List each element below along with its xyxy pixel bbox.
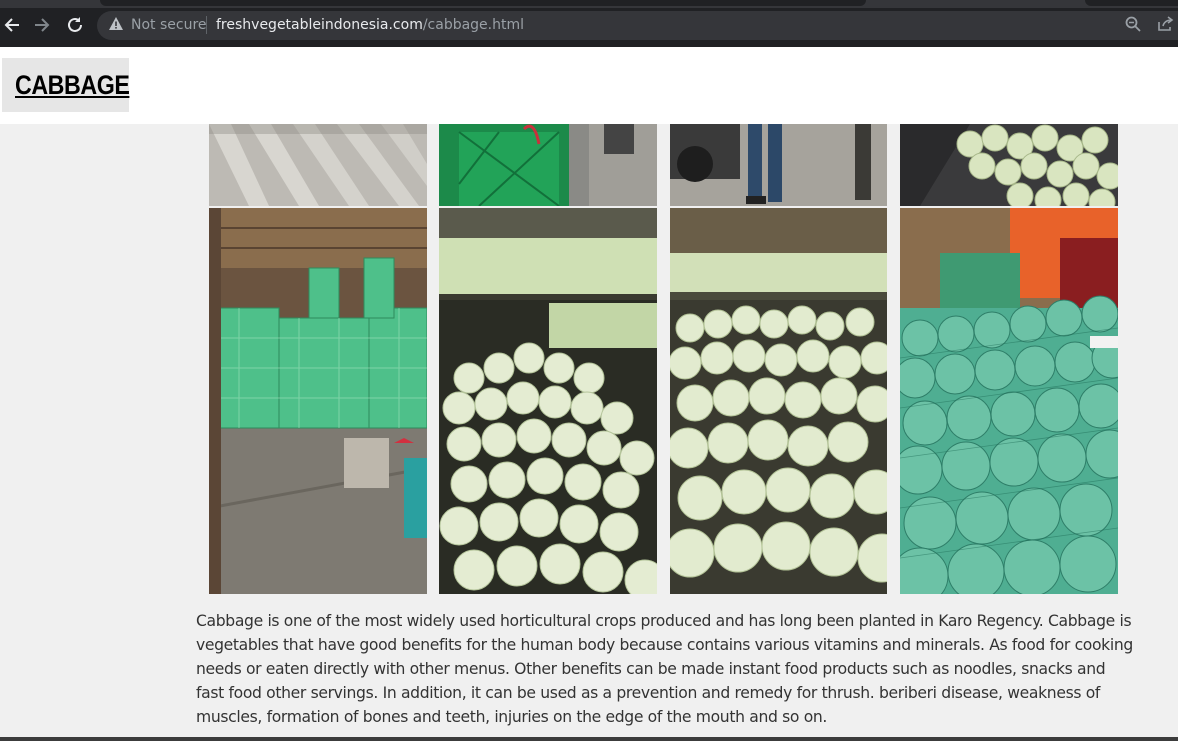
site-logo-text[interactable]: CABBAGE: [15, 69, 130, 101]
photo-cabbage-green-nets: [900, 208, 1118, 594]
zoom-icon[interactable]: [1124, 15, 1142, 33]
back-arrow-icon[interactable]: [1, 14, 23, 36]
reload-icon[interactable]: [64, 14, 86, 36]
next-tab[interactable]: [1085, 0, 1178, 6]
cabbage-description: Cabbage is one of the most widely used h…: [196, 612, 1133, 726]
url-text[interactable]: freshvegetableindonesia.com/cabbage.html: [216, 17, 524, 33]
site-header: [0, 47, 1178, 124]
security-label[interactable]: Not secure: [131, 17, 207, 33]
photo-cabbage-storage-1: [439, 208, 657, 594]
photo-green-bags: [439, 124, 657, 206]
page-bottom-edge: [0, 737, 1178, 741]
active-tab[interactable]: [100, 0, 866, 6]
warning-icon[interactable]: [108, 16, 124, 32]
forward-arrow-icon[interactable]: [31, 14, 53, 36]
url-path: /cabbage.html: [422, 17, 525, 33]
omnibox-divider: [206, 16, 207, 34]
tab-strip: [0, 0, 1178, 8]
url-host: freshvegetableindonesia.com: [216, 17, 423, 33]
photo-roof: [209, 124, 427, 206]
photo-truck-people: [670, 124, 887, 206]
photo-warehouse-green-nets: [209, 208, 427, 594]
share-icon[interactable]: [1156, 15, 1174, 33]
photo-cabbage-storage-2: [670, 208, 887, 594]
photo-cabbage-tarp: [900, 124, 1118, 206]
